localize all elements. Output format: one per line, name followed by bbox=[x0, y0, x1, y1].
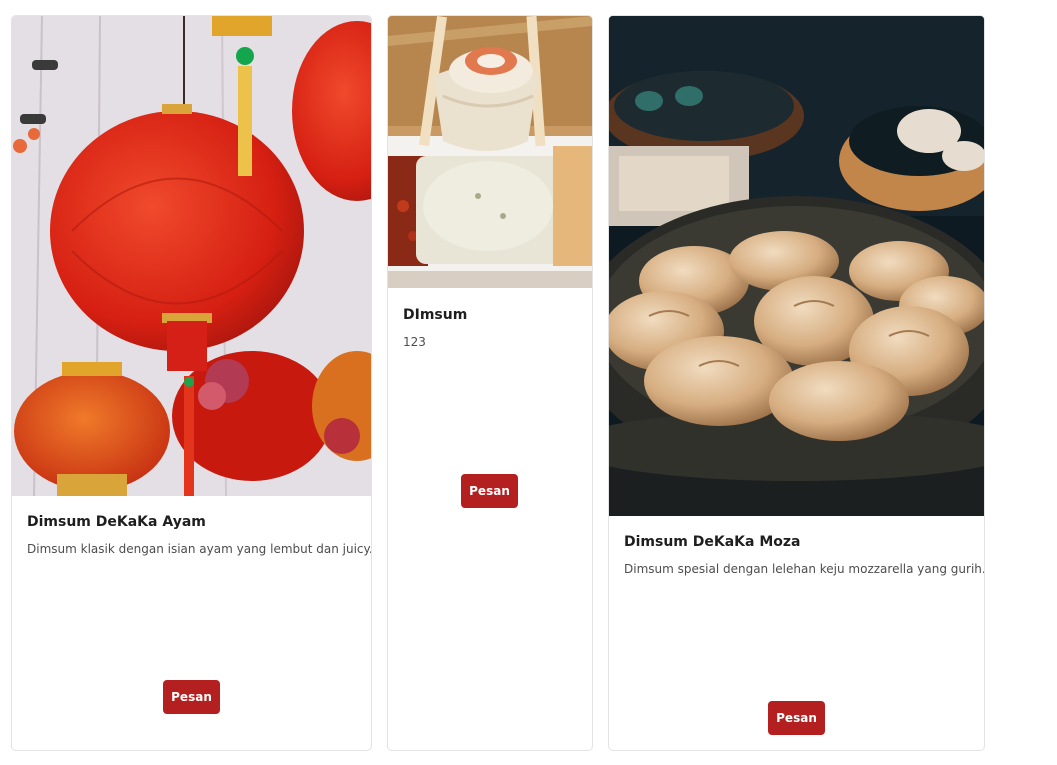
product-name: Dimsum DeKaKa Moza bbox=[624, 534, 801, 550]
order-button[interactable]: Pesan bbox=[768, 701, 825, 735]
order-button[interactable]: Pesan bbox=[461, 474, 518, 508]
product-description: Dimsum spesial dengan lelehan keju mozza… bbox=[624, 562, 985, 576]
product-image-dimsum-chopsticks bbox=[388, 16, 592, 288]
product-description: Dimsum klasik dengan isian ayam yang lem… bbox=[27, 542, 372, 556]
product-image-red-lanterns bbox=[12, 16, 371, 496]
product-card: DImsum 123 Pesan bbox=[387, 15, 593, 751]
order-button[interactable]: Pesan bbox=[163, 680, 220, 714]
product-name: DImsum bbox=[403, 307, 468, 323]
product-name: Dimsum DeKaKa Ayam bbox=[27, 514, 206, 530]
product-card: Dimsum DeKaKa Moza Dimsum spesial dengan… bbox=[608, 15, 985, 751]
product-card: Dimsum DeKaKa Ayam Dimsum klasik dengan … bbox=[11, 15, 372, 751]
product-image-steamed-dumplings bbox=[609, 16, 984, 516]
product-description: 123 bbox=[403, 335, 426, 349]
